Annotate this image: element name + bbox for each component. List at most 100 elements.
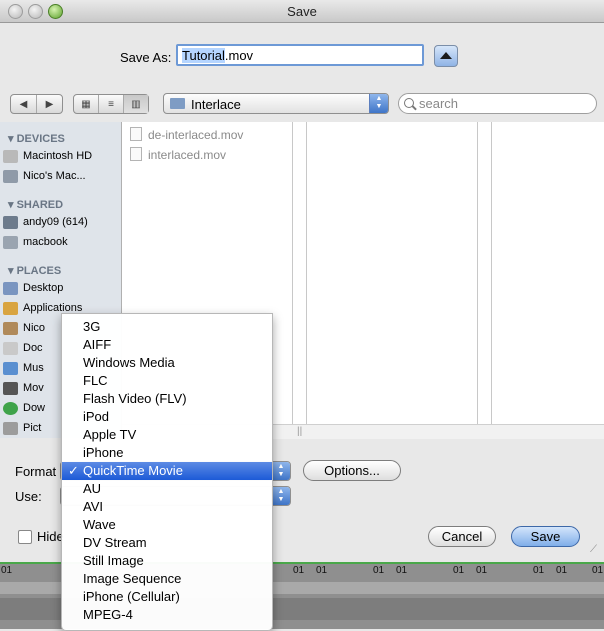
icon-view-icon[interactable]: ▦: [74, 95, 99, 113]
computer-icon: [3, 170, 18, 183]
menu-item-dv-stream[interactable]: DV Stream: [62, 534, 272, 552]
menu-item-flc[interactable]: FLC: [62, 372, 272, 390]
desktop-icon: [3, 282, 18, 295]
menu-item-iphone-cellular[interactable]: iPhone (Cellular): [62, 588, 272, 606]
home-icon: [3, 322, 18, 335]
column-divider[interactable]: [491, 122, 492, 424]
sidebar-item-desktop[interactable]: Desktop: [3, 282, 63, 295]
filename-extension: .mov: [224, 48, 254, 63]
sidebar-heading-places[interactable]: ▾ PLACES: [8, 264, 61, 277]
sidebar-heading-devices[interactable]: ▾ DEVICES: [8, 132, 65, 145]
checkmark-icon: ✓: [68, 463, 79, 478]
sidebar-item-home[interactable]: Nico: [3, 322, 45, 335]
resize-grip-icon: ||: [297, 426, 303, 437]
sidebar-item-downloads[interactable]: Dow: [3, 402, 46, 415]
popup-arrows-icon: ▲ ▼: [271, 462, 290, 480]
documents-icon: [3, 342, 18, 355]
disclosure-triangle-icon: ▾: [8, 265, 14, 277]
sidebar-item-label: Pict: [23, 422, 42, 434]
sidebar-item-macintosh-hd[interactable]: Macintosh HD: [3, 150, 93, 163]
sidebar-item-label: Macintosh HD: [23, 150, 93, 162]
timeline-tick: 01: [556, 565, 568, 576]
sidebar-item-nicos-mac[interactable]: Nico's Mac...: [3, 170, 86, 183]
popup-arrows-icon: ▲ ▼: [369, 94, 388, 113]
places-heading-label: PLACES: [16, 265, 62, 277]
sidebar-item-music[interactable]: Mus: [3, 362, 44, 375]
menu-item-wave[interactable]: Wave: [62, 516, 272, 534]
sidebar-item-label: Dow: [23, 402, 46, 414]
sidebar-item-label: macbook: [23, 236, 68, 248]
menu-item-iphone[interactable]: iPhone: [62, 444, 272, 462]
menu-item-quicktime-movie[interactable]: ✓ QuickTime Movie: [62, 462, 272, 480]
menu-item-mpeg-4[interactable]: MPEG-4: [62, 606, 272, 624]
timeline-tick: 01: [396, 565, 408, 576]
display-icon: [3, 216, 18, 229]
menu-item-apple-tv[interactable]: Apple TV: [62, 426, 272, 444]
save-as-filename-field[interactable]: Tutorial.mov: [176, 44, 424, 66]
sidebar-item-label: Nico's Mac...: [23, 170, 86, 182]
options-button[interactable]: Options...: [303, 460, 401, 481]
sidebar-item-label: Doc: [23, 342, 43, 354]
sidebar-item-label: andy09 (614): [23, 216, 88, 228]
sidebar-item-label: Mus: [23, 362, 44, 374]
download-icon: [3, 402, 18, 415]
menu-item-flash-video[interactable]: Flash Video (FLV): [62, 390, 272, 408]
sidebar-item-pictures[interactable]: Pict: [3, 422, 42, 435]
sidebar-item-macbook[interactable]: macbook: [3, 236, 68, 249]
column-divider[interactable]: [306, 122, 307, 424]
applications-icon: [3, 302, 18, 315]
forward-arrow-icon[interactable]: ▶: [37, 95, 62, 113]
location-popup[interactable]: Interlace ▲ ▼: [163, 93, 389, 114]
triangle-up-icon: [440, 52, 452, 59]
resize-handle-icon[interactable]: ⟋: [590, 544, 602, 556]
location-label: Interlace: [191, 97, 241, 112]
sidebar-item-label: Mov: [23, 382, 44, 394]
column-view-icon[interactable]: ▥: [124, 95, 148, 113]
document-icon: [130, 127, 142, 141]
view-mode-control: ▦ ≡ ▥: [73, 94, 149, 114]
search-placeholder: search: [419, 96, 459, 111]
back-forward-control: ◀ ▶: [10, 94, 63, 114]
back-arrow-icon[interactable]: ◀: [11, 95, 37, 113]
save-button[interactable]: Save: [511, 526, 580, 547]
title-bar: Save: [0, 0, 604, 23]
film-icon: [3, 382, 18, 395]
file-name: de-interlaced.mov: [148, 128, 244, 142]
menu-item-still-image[interactable]: Still Image: [62, 552, 272, 570]
column-divider[interactable]: [292, 122, 293, 424]
disclosure-triangle-icon: ▾: [8, 133, 14, 145]
search-input[interactable]: search: [398, 93, 597, 114]
sidebar-heading-shared[interactable]: ▾ SHARED: [8, 198, 63, 211]
save-as-label: Save As:: [120, 50, 172, 65]
timeline-tick: 01: [476, 565, 488, 576]
timeline-tick: 01: [1, 565, 13, 576]
folder-icon: [170, 98, 185, 109]
music-note-icon: [3, 362, 18, 375]
collapse-toggle-button[interactable]: [434, 45, 458, 67]
menu-item-image-sequence[interactable]: Image Sequence: [62, 570, 272, 588]
hide-extension-label: Hide: [37, 529, 64, 544]
menu-item-windows-media[interactable]: Windows Media: [62, 354, 272, 372]
menu-item-au[interactable]: AU: [62, 480, 272, 498]
timeline-tick: 01: [293, 565, 305, 576]
sidebar-item-documents[interactable]: Doc: [3, 342, 43, 355]
filename-selection: Tutorial: [182, 48, 225, 63]
sidebar-item-movies[interactable]: Mov: [3, 382, 44, 395]
column-divider[interactable]: [477, 122, 478, 424]
sidebar-item-andy09[interactable]: andy09 (614): [3, 216, 88, 229]
file-item[interactable]: de-interlaced.mov: [130, 127, 243, 142]
list-view-icon[interactable]: ≡: [99, 95, 124, 113]
document-icon: [130, 147, 142, 161]
timeline-tick: 01: [373, 565, 385, 576]
menu-item-3g[interactable]: 3G: [62, 318, 272, 336]
file-item[interactable]: interlaced.mov: [130, 147, 226, 162]
window-title: Save: [287, 4, 317, 19]
cancel-button[interactable]: Cancel: [428, 526, 496, 547]
menu-item-ipod[interactable]: iPod: [62, 408, 272, 426]
menu-item-aiff[interactable]: AIFF: [62, 336, 272, 354]
timeline-tick: 01: [453, 565, 465, 576]
timeline-tick: 01: [316, 565, 328, 576]
format-label: Format: [15, 464, 57, 479]
checkbox-box: [18, 530, 32, 544]
menu-item-avi[interactable]: AVI: [62, 498, 272, 516]
